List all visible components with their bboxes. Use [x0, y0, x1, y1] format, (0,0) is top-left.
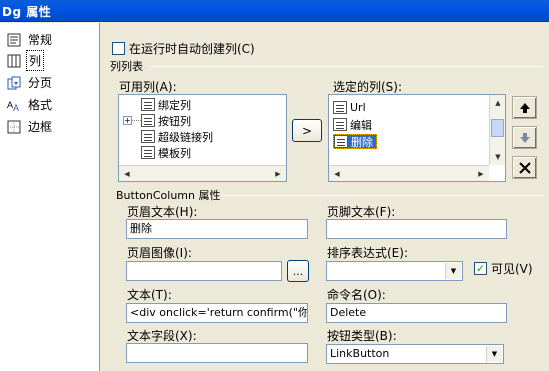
auto-create-label: 在运行时自动创建列(C)	[129, 42, 255, 56]
button-column-icon	[141, 114, 155, 127]
arrow-down-icon	[519, 132, 530, 143]
header-text-label: 页眉文本(H):	[127, 205, 198, 219]
nav-item-general[interactable]: 常规	[0, 29, 100, 50]
button-type-label: 按钮类型(B):	[327, 329, 397, 343]
available-hscrollbar[interactable]: ◀ ▶	[119, 165, 286, 181]
nav-item-label: 列	[26, 50, 45, 71]
selected-vscrollbar[interactable]: ▲ ▼	[489, 95, 505, 165]
arrow-up-icon	[519, 102, 530, 113]
group-divider	[222, 195, 543, 196]
command-name-input[interactable]: Delete	[326, 303, 507, 323]
text-field-label: 文本字段(X):	[127, 329, 197, 343]
borders-icon	[6, 119, 22, 135]
available-columns-label: 可用列(A):	[119, 80, 177, 94]
move-up-button[interactable]	[512, 96, 537, 119]
general-icon	[6, 32, 22, 48]
text-label: 文本(T):	[127, 288, 172, 302]
button-type-select[interactable]: LinkButton ▼	[326, 344, 504, 364]
scroll-thumb[interactable]	[491, 119, 504, 137]
scroll-right-icon[interactable]: ▶	[270, 166, 286, 181]
available-columns-tree[interactable]: 绑定列 + 按钮列 超级链接列 模板列 ◀ ▶	[118, 94, 287, 182]
nav-item-label: 常规	[28, 33, 53, 47]
title-bar[interactable]: Dg 属性	[0, 0, 549, 22]
selected-hscrollbar[interactable]: ◀ ▶	[329, 165, 489, 181]
column-icon	[333, 101, 347, 114]
header-image-input[interactable]	[126, 261, 282, 281]
visible-label: 可见(V)	[491, 262, 533, 276]
nav-item-borders[interactable]: 边框	[0, 116, 100, 137]
chevron-down-icon[interactable]: ▼	[486, 346, 502, 362]
command-name-label: 命令名(O):	[327, 288, 386, 302]
footer-text-input[interactable]	[326, 219, 507, 239]
browse-image-button[interactable]: ...	[287, 260, 309, 282]
scroll-right-icon[interactable]: ▶	[473, 166, 489, 181]
tree-item-hyperlink-column[interactable]: 超级链接列	[141, 129, 213, 144]
column-icon	[334, 135, 348, 148]
columns-icon	[6, 53, 22, 69]
hyperlink-column-icon	[141, 130, 155, 143]
remove-column-button[interactable]	[512, 156, 537, 179]
add-column-button[interactable]: >	[292, 119, 322, 142]
tree-item-button-column[interactable]: + 按钮列	[123, 113, 191, 128]
move-down-button[interactable]	[512, 126, 537, 149]
scroll-down-icon[interactable]: ▼	[490, 149, 505, 165]
paging-icon	[6, 75, 22, 91]
nav-item-columns[interactable]: 列	[0, 50, 100, 71]
tree-connector	[132, 120, 141, 121]
property-nav: 常规 列 分页 AA 格式 边框	[0, 23, 100, 371]
tree-item-bound-column[interactable]: 绑定列	[141, 97, 191, 112]
column-icon	[333, 118, 347, 131]
footer-text-label: 页脚文本(F):	[327, 205, 396, 219]
scroll-left-icon[interactable]: ◀	[119, 166, 135, 181]
nav-item-label: 边框	[28, 120, 53, 134]
nav-item-paging[interactable]: 分页	[0, 72, 100, 93]
columns-group-label: 列列表	[110, 60, 143, 73]
selected-columns-list[interactable]: Url 编辑 删除 ▲ ▼ ◀ ▶	[328, 94, 506, 182]
text-input[interactable]: <div onclick='return confirm("你确认	[126, 303, 308, 323]
nav-item-label: 格式	[28, 98, 53, 112]
svg-text:A: A	[13, 103, 19, 112]
template-column-icon	[141, 146, 155, 159]
sort-expression-label: 排序表达式(E):	[327, 246, 408, 260]
window-title: Dg 属性	[2, 5, 52, 19]
delete-icon	[518, 161, 531, 174]
header-text-input[interactable]: 删除	[126, 219, 308, 239]
tree-item-template-column[interactable]: 模板列	[141, 145, 191, 160]
selected-columns-label: 选定的列(S):	[333, 80, 403, 94]
format-icon: AA	[6, 97, 22, 113]
nav-item-label: 分页	[28, 76, 53, 90]
sort-expression-combo[interactable]: ▼	[326, 261, 463, 281]
properties-group-label: ButtonColumn 属性	[116, 189, 221, 202]
visible-checkbox[interactable]	[474, 262, 487, 275]
selected-item-delete[interactable]: 删除	[333, 134, 377, 149]
expand-icon[interactable]: +	[123, 116, 132, 125]
header-image-label: 页眉图像(I):	[127, 246, 192, 260]
column-icon	[141, 98, 155, 111]
scroll-up-icon[interactable]: ▲	[490, 95, 505, 111]
scroll-left-icon[interactable]: ◀	[329, 166, 345, 181]
selected-item-url[interactable]: Url	[333, 100, 366, 115]
text-field-input[interactable]	[126, 343, 308, 363]
chevron-down-icon[interactable]: ▼	[445, 263, 461, 279]
nav-item-format[interactable]: AA 格式	[0, 94, 100, 115]
group-divider	[150, 66, 543, 67]
selected-item-edit[interactable]: 编辑	[333, 117, 372, 132]
auto-create-checkbox[interactable]	[112, 42, 125, 55]
